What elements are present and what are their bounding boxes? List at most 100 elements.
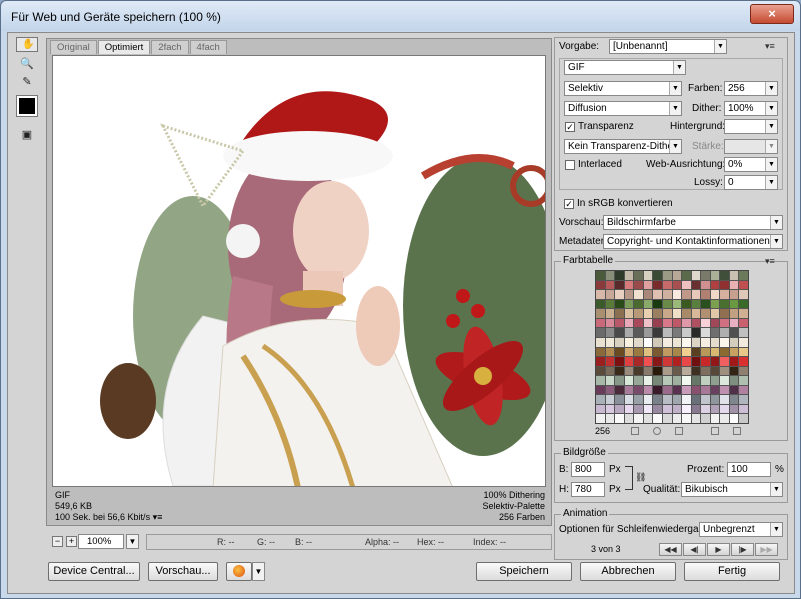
color-table-swatch[interactable] [739,347,748,357]
color-table-swatch[interactable] [653,385,662,395]
color-table-swatch[interactable] [691,366,701,376]
zoom-level-field[interactable]: 100% [78,534,124,549]
color-table-swatch[interactable] [691,404,701,414]
color-table-swatch[interactable] [615,366,624,376]
color-table-swatch[interactable] [691,357,701,366]
color-table-swatch[interactable] [701,290,710,299]
color-table-swatch[interactable] [615,385,624,395]
color-table-swatch[interactable] [653,280,662,290]
color-table-swatch[interactable] [624,280,634,290]
color-table-swatch[interactable] [605,347,615,357]
web-shift-icon[interactable] [653,427,661,435]
color-table-swatch[interactable] [634,309,643,318]
dither-amount-select[interactable]: 100% ▼ [724,101,778,116]
transparency-checkbox[interactable]: ✓ [565,122,575,132]
color-table-swatch[interactable] [720,309,729,318]
color-table-swatch[interactable] [682,337,691,347]
color-table-swatch[interactable] [662,280,672,290]
color-table-swatch[interactable] [710,357,720,366]
color-table-swatch[interactable] [720,290,729,299]
color-table-swatch[interactable] [634,290,643,299]
percent-field[interactable]: 100 [727,462,771,477]
color-table-swatch[interactable] [710,385,720,395]
color-table-swatch[interactable] [634,357,643,366]
color-table-swatch[interactable] [710,309,720,318]
color-table-swatch[interactable] [653,414,662,423]
color-table-swatch[interactable] [729,280,739,290]
next-frame-button[interactable]: |▶ [731,543,754,556]
color-table-swatch[interactable] [691,337,701,347]
color-table-swatch[interactable] [672,271,682,280]
color-table-swatch[interactable] [653,290,662,299]
color-table-swatch[interactable] [691,309,701,318]
color-table-swatch[interactable] [653,395,662,404]
color-table-swatch[interactable] [739,290,748,299]
eyedropper-tool-icon[interactable]: ✎ [16,73,38,90]
transparency-dither-select[interactable]: Kein Transparenz-Dither ▼ [564,139,682,154]
color-table-swatch[interactable] [701,404,710,414]
color-table-swatch[interactable] [624,404,634,414]
color-table-swatch[interactable] [605,318,615,328]
color-table-swatch[interactable] [605,357,615,366]
color-table-swatch[interactable] [729,290,739,299]
color-table-swatch[interactable] [662,385,672,395]
color-table-swatch[interactable] [643,299,653,309]
tab-2-up[interactable]: 2fach [151,40,189,54]
preview-mode-select[interactable]: Bildschirmfarbe ▼ [603,215,783,230]
color-table-swatch[interactable] [605,328,615,337]
dither-algorithm-select[interactable]: Diffusion ▼ [564,101,682,116]
color-table-swatch[interactable] [662,347,672,357]
color-table-swatch[interactable] [701,328,710,337]
color-table-swatch[interactable] [691,328,701,337]
color-table-swatch[interactable] [596,337,605,347]
color-table-swatch[interactable] [739,299,748,309]
color-table-swatch[interactable] [720,328,729,337]
color-table-swatch[interactable] [662,309,672,318]
color-table-swatch[interactable] [682,395,691,404]
color-table-swatch[interactable] [596,299,605,309]
color-table-swatch[interactable] [615,347,624,357]
constrain-proportions-icon[interactable] [625,466,633,490]
color-table-swatch[interactable] [605,290,615,299]
color-table-swatch[interactable] [634,385,643,395]
color-table-swatch[interactable] [672,404,682,414]
tab-original[interactable]: Original [50,40,97,54]
color-table-swatch[interactable] [701,280,710,290]
color-table-swatch[interactable] [615,299,624,309]
color-table-swatch[interactable] [691,376,701,385]
color-table-swatch[interactable] [615,376,624,385]
color-table-swatch[interactable] [662,290,672,299]
color-table-swatch[interactable] [672,290,682,299]
color-table-swatch[interactable] [710,299,720,309]
color-table-swatch[interactable] [729,385,739,395]
browser-dropdown-icon[interactable]: ▼ [252,562,265,581]
color-table-swatch[interactable] [710,271,720,280]
width-field[interactable]: 800 [571,462,605,477]
color-table-swatch[interactable] [672,357,682,366]
color-table-swatch[interactable] [634,347,643,357]
color-table-swatch[interactable] [643,290,653,299]
color-table-swatch[interactable] [643,271,653,280]
color-table-swatch[interactable] [653,347,662,357]
color-table-swatch[interactable] [729,366,739,376]
color-table-swatch[interactable] [739,404,748,414]
color-table-swatch[interactable] [739,385,748,395]
color-table-swatch[interactable] [682,357,691,366]
image-canvas[interactable] [52,55,546,487]
color-table-swatch[interactable] [701,347,710,357]
preset-select[interactable]: [Unbenannt] ▼ [609,39,727,54]
color-table-swatch[interactable] [624,328,634,337]
color-table-swatch[interactable] [662,395,672,404]
color-table-swatch[interactable] [710,395,720,404]
delete-color-icon[interactable] [733,427,741,435]
close-button[interactable]: × [750,4,794,24]
color-table-swatch[interactable] [653,404,662,414]
color-table-swatch[interactable] [720,366,729,376]
color-table-swatch[interactable] [643,337,653,347]
new-color-icon[interactable] [711,427,719,435]
color-table-swatch[interactable] [662,376,672,385]
color-table-swatch[interactable] [739,280,748,290]
color-table-grid[interactable] [595,270,749,424]
color-table-swatch[interactable] [653,309,662,318]
format-select[interactable]: GIF ▼ [564,60,686,75]
